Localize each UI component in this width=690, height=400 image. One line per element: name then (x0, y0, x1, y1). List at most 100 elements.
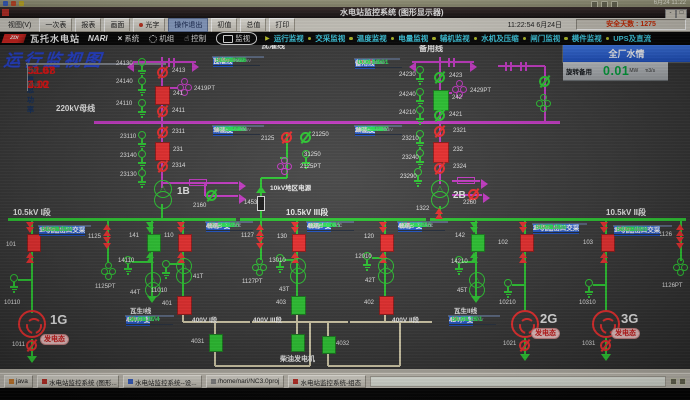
submenu-item[interactable]: 温度监视 (357, 33, 387, 44)
wire (261, 177, 287, 179)
breaker-square[interactable] (601, 234, 615, 252)
ground-bars (419, 83, 422, 85)
delta-glyph: △ (431, 183, 449, 193)
ground-bars (455, 268, 463, 270)
submenu-item[interactable]: 运行监视 (274, 33, 304, 44)
scada-screen: 6月24 11:22 水电站监控系统 (图形显示器) - □ 视图(V)一次表报… (0, 0, 690, 400)
ground-switch-icon (416, 106, 424, 114)
breaker-square[interactable] (380, 234, 394, 252)
desktop-icon[interactable] (3, 1, 8, 6)
submenu-item[interactable]: 交采监视 (315, 33, 345, 44)
hydro-row: 旋转备用0.01MW (563, 62, 645, 81)
box-row: 铁芯18.7℃ (307, 222, 345, 231)
taskbar-button[interactable]: 水电站监控系统--设... (123, 375, 202, 388)
menu-button[interactable]: 画面 (104, 18, 130, 32)
submenu-item[interactable]: 电量监视 (398, 33, 428, 44)
fuse-icon (257, 196, 265, 211)
device-label: 4032 (336, 341, 349, 347)
arrow-icon (26, 227, 34, 233)
device-label: 23240 (402, 155, 419, 161)
submenu-item[interactable]: 水机及压缩 (481, 33, 519, 44)
breaker-square[interactable] (520, 234, 534, 252)
ground-bars (140, 146, 145, 148)
device-label: 2311 (172, 129, 185, 135)
breaker-square[interactable] (322, 336, 336, 354)
app-icon (211, 379, 216, 384)
breaker-square[interactable] (291, 296, 306, 315)
screen-bottom (0, 388, 690, 400)
ground-switch-icon (10, 274, 18, 282)
breaker-square[interactable] (433, 142, 449, 163)
submenu-item[interactable]: UPS及直流 (613, 33, 651, 44)
menu-button[interactable]: 操作退出 (168, 18, 208, 32)
device-label: 10110 (4, 300, 20, 306)
breaker-square[interactable] (178, 234, 192, 252)
taskbar-button[interactable]: java (4, 375, 33, 388)
menu-button[interactable]: 初值 (211, 18, 237, 32)
breaker-square[interactable] (292, 234, 306, 252)
submenu-item[interactable]: 闸门监视 (530, 33, 560, 44)
device-label: 24110 (116, 101, 132, 107)
menu-button[interactable]: 报表 (75, 18, 101, 32)
device-label: 10210 (499, 300, 516, 306)
box-row: 绕温59.4℃ (355, 126, 393, 135)
breaker-square[interactable] (27, 234, 41, 252)
submenu-item[interactable]: 辅机监视 (440, 33, 470, 44)
desktop-icon[interactable] (19, 1, 24, 6)
ground-bars (414, 180, 422, 182)
window-titlebar[interactable]: 水电站监控系统 (图形显示器) - □ (0, 7, 690, 18)
breaker-square[interactable] (177, 296, 192, 315)
box-unit: Hz (234, 58, 245, 63)
system-menu[interactable]: ×系统 (118, 33, 140, 44)
box-unit: ℃ (381, 127, 392, 133)
tap-box-icon (189, 179, 207, 186)
box-label: 铁芯 (207, 222, 218, 230)
measurement-box: 1#机组出口交采P21.83MWQ0.84MVarUab10.11kVIa123… (38, 225, 91, 227)
taskbar-tray[interactable] (670, 378, 686, 385)
breaker-square[interactable] (209, 334, 223, 352)
taskbar-button[interactable]: 水电站监控系统 (图形... (37, 375, 119, 388)
arrow-icon (147, 296, 157, 303)
device-label: 23290 (400, 174, 417, 180)
breaker-square[interactable] (155, 86, 170, 105)
arrow-icon (600, 227, 608, 233)
breaker-square[interactable] (147, 234, 161, 252)
ground-switch-icon (585, 279, 593, 287)
menu-button[interactable]: 光字 (133, 18, 165, 32)
desktop-icon[interactable] (11, 1, 16, 6)
ground-bars (138, 143, 146, 145)
menu-button[interactable]: 视图(V) (3, 19, 36, 31)
ground-bars (12, 289, 17, 291)
submenu-item[interactable]: 模件监视 (572, 33, 602, 44)
ground-bars (418, 164, 423, 166)
device-label: 130 (277, 234, 287, 240)
breaker-square[interactable] (155, 142, 170, 161)
ground-bars (418, 145, 423, 147)
box-label: 绕温 (356, 126, 367, 134)
hydro-unit: m3/s (644, 68, 660, 74)
bus-label: 10.5kV I段 (13, 207, 51, 218)
measurement-box: 瓦灌线P51.68MWQ4.02MVarUab233.00kVIa127.0AC… (212, 56, 264, 58)
device-label: 1G (50, 312, 67, 327)
menu-button[interactable]: 总值 (240, 18, 266, 32)
taskbar-button[interactable]: /home/nari/NC3.0proj (206, 375, 285, 388)
arrow-icon (435, 213, 443, 219)
menu-button[interactable]: 打印 (269, 18, 295, 32)
hydro-label: 旋转备用 (563, 66, 603, 76)
breaker-square[interactable] (291, 334, 305, 352)
status-badge: 发电态 (531, 328, 560, 339)
arrow-icon (483, 193, 490, 203)
capacitor-icon (448, 58, 450, 67)
device-label: 1011 (12, 342, 25, 348)
breaker-square[interactable] (433, 90, 449, 111)
taskbar-button[interactable]: 水电站监控系统-组态 (288, 375, 366, 388)
ground-switch-icon (416, 88, 424, 96)
breaker-square[interactable] (471, 234, 485, 252)
menu-button[interactable]: 一次表 (39, 18, 72, 32)
monitor-menu[interactable]: 监视 (216, 32, 257, 45)
menu-bar: 视图(V)一次表报表画面光字操作退出初值总值打印 11:22:54 6月24日 … (0, 18, 690, 32)
hydrology-panel: 全厂水情 坝上水位13314.19m坝上水位23314.24m尾水水位3267.… (562, 44, 690, 63)
breaker-square[interactable] (379, 296, 394, 315)
unit-menu[interactable]: 机组 (149, 33, 174, 44)
control-menu[interactable]: ☝控制 (184, 33, 206, 44)
